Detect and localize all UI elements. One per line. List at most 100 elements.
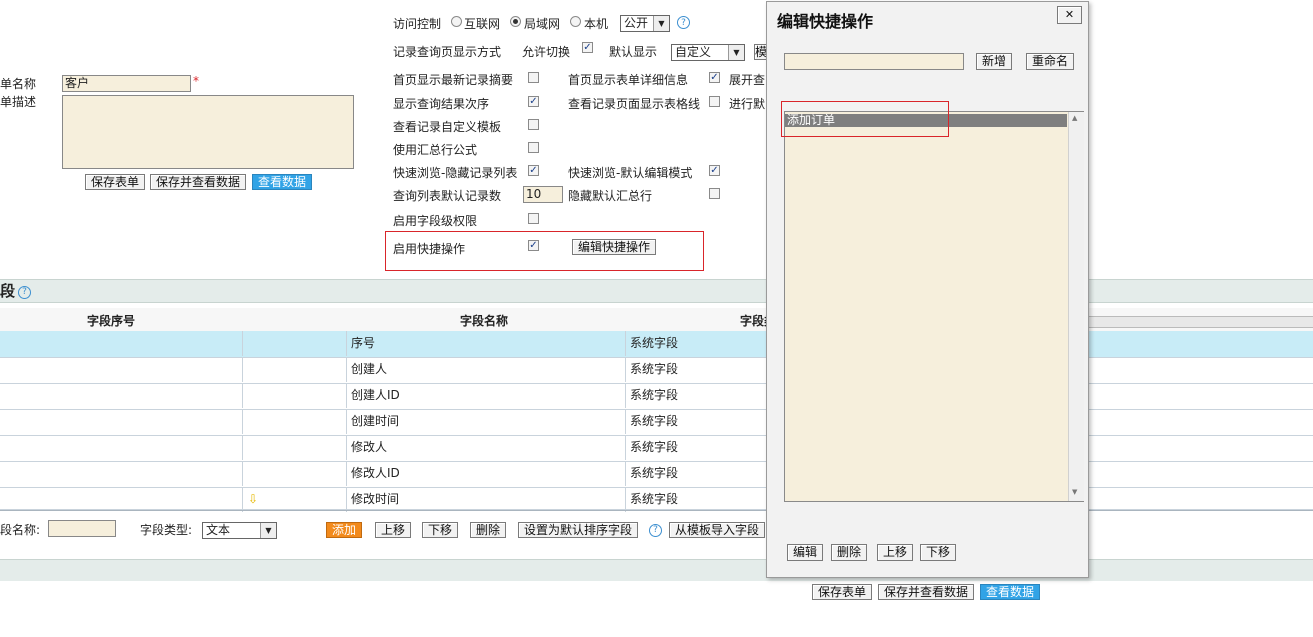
- setting-checkbox[interactable]: [709, 96, 720, 107]
- column-header: 字段序号: [87, 314, 136, 328]
- access-lan-radio[interactable]: [510, 16, 521, 27]
- chevron-down-icon: ▼: [653, 16, 669, 31]
- list-scrollbar[interactable]: ▲ ▼: [1068, 112, 1084, 501]
- field-name-cell: 修改时间: [347, 487, 626, 512]
- edit-shortcut-dialog: 编辑快捷操作 ✕ 新增 重命名 添加订单 ▲ ▼ 编辑 删除 上移 下移: [766, 1, 1089, 578]
- help-icon[interactable]: ?: [677, 16, 690, 29]
- setting-checkbox[interactable]: [709, 188, 720, 199]
- form-desc-textarea[interactable]: [62, 95, 354, 169]
- help-icon[interactable]: ?: [18, 286, 31, 299]
- visibility-value: 公开: [624, 16, 649, 30]
- form-name-label: 单名称: [0, 77, 37, 91]
- setting-label: 使用汇总行公式: [393, 143, 478, 157]
- setting-label: 启用字段级权限: [393, 214, 478, 228]
- access-internet-radio[interactable]: [451, 16, 462, 27]
- field-name-cell: 创建人: [347, 357, 626, 382]
- setting-label: 查看记录自定义模板: [393, 120, 502, 134]
- scroll-up-icon[interactable]: ▲: [1072, 114, 1077, 122]
- form-name-value: 客户: [65, 76, 90, 90]
- access-local-radio[interactable]: [570, 16, 581, 27]
- save-and-view-button[interactable]: 保存并查看数据: [878, 584, 975, 600]
- shortcut-list[interactable]: 添加订单 ▲ ▼: [784, 111, 1084, 502]
- delete-field-button[interactable]: 删除: [470, 522, 507, 538]
- setting-label: 首页显示最新记录摘要: [393, 73, 514, 87]
- field-name-cell: 修改人ID: [347, 461, 626, 486]
- table-cell: [243, 383, 347, 408]
- save-form-button[interactable]: 保存表单: [85, 174, 146, 190]
- field-type-select[interactable]: 文本 ▼: [202, 522, 277, 539]
- access-local-label: 本机: [584, 17, 609, 31]
- shortcut-name-input[interactable]: [784, 53, 964, 70]
- add-field-button[interactable]: 添加: [326, 522, 363, 538]
- footer-band: [0, 559, 1313, 581]
- setting-label: 显示查询结果次序: [393, 97, 490, 111]
- form-name-input[interactable]: 客户: [62, 75, 191, 92]
- move-up-button[interactable]: 上移: [375, 522, 412, 538]
- access-internet-label: 互联网: [464, 17, 501, 31]
- view-data-button[interactable]: 查看数据: [980, 584, 1041, 600]
- setting-label: 首页显示表单详细信息: [568, 73, 689, 87]
- scroll-down-icon[interactable]: ▼: [1072, 488, 1077, 496]
- table-cell: [0, 383, 243, 408]
- view-data-button[interactable]: 查看数据: [252, 174, 313, 190]
- table-cell: [243, 331, 347, 356]
- table-header-right-band: [1088, 316, 1313, 328]
- field-type-cell: 系统字段: [626, 357, 776, 382]
- field-type-cell: 系统字段: [626, 435, 776, 460]
- setting-checkbox[interactable]: ✓: [528, 96, 539, 107]
- table-row[interactable]: 修改人 系统字段: [0, 435, 1313, 462]
- visibility-select[interactable]: 公开 ▼: [620, 15, 670, 32]
- table-row[interactable]: 修改人ID 系统字段: [0, 461, 1313, 488]
- delete-shortcut-item-button[interactable]: 删除: [831, 544, 868, 561]
- table-row[interactable]: 创建人 系统字段: [0, 357, 1313, 384]
- rename-shortcut-button[interactable]: 重命名: [1026, 53, 1075, 70]
- field-name-cell: 创建人ID: [347, 383, 626, 408]
- setting-checkbox[interactable]: [528, 142, 539, 153]
- setting-checkbox[interactable]: ✓: [709, 72, 720, 83]
- table-row[interactable]: 创建时间 系统字段: [0, 409, 1313, 436]
- access-control-label: 访问控制: [393, 17, 442, 31]
- move-down-button[interactable]: 下移: [422, 522, 459, 538]
- enable-shortcut-checkbox[interactable]: ✓: [528, 240, 539, 251]
- set-default-sort-button[interactable]: 设置为默认排序字段: [518, 522, 639, 538]
- access-lan-label: 局域网: [524, 17, 561, 31]
- setting-checkbox[interactable]: [528, 213, 539, 224]
- import-from-template-button[interactable]: 从模板导入字段: [669, 522, 765, 538]
- arrow-down-icon[interactable]: ⇩: [248, 487, 258, 512]
- table-cell: [0, 357, 243, 382]
- help-icon[interactable]: ?: [649, 524, 662, 537]
- edit-shortcut-button[interactable]: 编辑快捷操作: [572, 239, 657, 255]
- move-down-shortcut-button[interactable]: 下移: [920, 544, 957, 561]
- chevron-down-icon: ▼: [728, 45, 744, 60]
- table-row[interactable]: 创建人ID 系统字段: [0, 383, 1313, 410]
- table-row[interactable]: ⇩ 修改时间 系统字段: [0, 487, 1313, 512]
- save-and-view-button[interactable]: 保存并查看数据: [150, 174, 247, 190]
- setting-label: 隐藏默认汇总行: [568, 189, 653, 203]
- close-icon[interactable]: ✕: [1057, 6, 1082, 24]
- allow-switch-checkbox[interactable]: ✓: [582, 42, 593, 53]
- field-type-value: 文本: [206, 523, 231, 537]
- dialog-title: 编辑快捷操作: [777, 12, 874, 31]
- default-record-count-input[interactable]: 10: [523, 186, 563, 203]
- table-cell: ⇩: [243, 487, 347, 512]
- field-name-input[interactable]: [48, 520, 116, 537]
- table-cell: [243, 357, 347, 382]
- chevron-down-icon: ▼: [260, 523, 276, 538]
- new-shortcut-button[interactable]: 新增: [976, 53, 1013, 70]
- field-name-cell: 修改人: [347, 435, 626, 460]
- default-display-select[interactable]: 自定义 ▼: [671, 44, 745, 61]
- field-type-cell: 系统字段: [626, 461, 776, 486]
- setting-checkbox[interactable]: [528, 119, 539, 130]
- setting-checkbox[interactable]: ✓: [709, 165, 720, 176]
- highlight-frame: [781, 101, 949, 137]
- move-up-shortcut-button[interactable]: 上移: [877, 544, 914, 561]
- setting-checkbox[interactable]: ✓: [528, 165, 539, 176]
- table-cell: [0, 409, 243, 434]
- default-display-label: 默认显示: [609, 45, 658, 59]
- setting-checkbox[interactable]: [528, 72, 539, 83]
- table-row[interactable]: 序号 系统字段: [0, 331, 1313, 358]
- edit-shortcut-item-button[interactable]: 编辑: [787, 544, 824, 561]
- setting-label-partial: 进行默: [729, 97, 766, 111]
- table-cell: [0, 461, 243, 486]
- save-form-button[interactable]: 保存表单: [812, 584, 873, 600]
